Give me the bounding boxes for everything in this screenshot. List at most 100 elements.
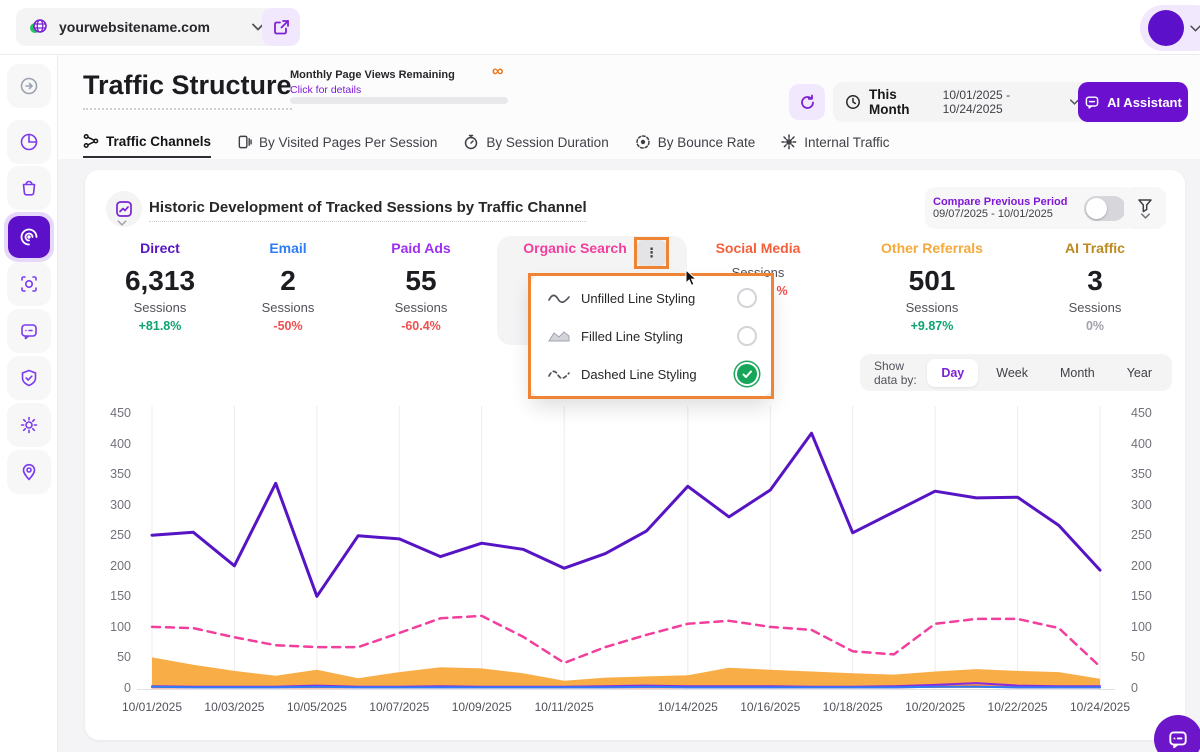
show-data-by-label: Show data by:: [874, 359, 917, 387]
user-menu[interactable]: [1140, 5, 1200, 51]
channel-change: -50%: [213, 319, 363, 333]
date-range-selector[interactable]: This Month 10/01/2025 - 10/24/2025: [833, 82, 1091, 122]
compare-toggle[interactable]: [1084, 196, 1126, 221]
channel-change: -60.4%: [346, 319, 496, 333]
sidebar-item-dashboard[interactable]: [7, 120, 51, 164]
granularity-month[interactable]: Month: [1046, 359, 1109, 387]
x-axis-label: 10/22/2025: [988, 700, 1048, 714]
open-website-button[interactable]: [262, 8, 300, 46]
channel-label: Other Referrals: [857, 240, 1007, 256]
website-selector[interactable]: yourwebsitename.com: [16, 8, 276, 46]
channel-label: Social Media: [683, 240, 833, 256]
channel-sessions-label: Sessions: [346, 300, 496, 315]
y-axis-label-left: 300: [97, 498, 131, 512]
filter-button[interactable]: [1124, 187, 1166, 229]
channel-label: Paid Ads: [346, 240, 496, 256]
ai-assistant-button[interactable]: AI Assistant: [1078, 82, 1188, 122]
x-axis-label: 10/03/2025: [204, 700, 264, 714]
y-axis-label-right: 450: [1131, 406, 1165, 420]
granularity-week[interactable]: Week: [982, 359, 1042, 387]
y-axis-label-left: 0: [97, 681, 131, 695]
annotation-highlight-menu: [528, 273, 774, 399]
avatar: [1148, 10, 1184, 46]
page-views-label: Monthly Page Views Remaining: [290, 69, 455, 81]
tab-label: Internal Traffic: [804, 135, 889, 150]
annotation-highlight-kebab: [634, 237, 669, 269]
tab-bounce-rate[interactable]: By Bounce Rate: [635, 127, 756, 157]
sidebar-item-traffic-active[interactable]: [4, 212, 54, 262]
shopping-bag-icon: [19, 178, 39, 198]
x-axis-label: 10/18/2025: [823, 700, 883, 714]
tab-label: By Bounce Rate: [658, 135, 756, 150]
x-axis-label: 10/20/2025: [905, 700, 965, 714]
y-axis-label-left: 450: [97, 406, 131, 420]
tab-label: By Session Duration: [486, 135, 608, 150]
sidebar-item-tracking[interactable]: [7, 262, 51, 306]
y-axis-label-right: 250: [1131, 528, 1165, 542]
channel-stat-ai-traffic[interactable]: AI Traffic 3 Sessions 0%: [1020, 240, 1170, 333]
refresh-button[interactable]: [789, 84, 825, 120]
website-name: yourwebsitename.com: [59, 19, 243, 35]
y-axis-label-left: 50: [97, 650, 131, 664]
tab-session-duration[interactable]: By Session Duration: [463, 127, 608, 157]
x-axis-label: 10/01/2025: [122, 700, 182, 714]
support-chat-fab[interactable]: [1154, 715, 1200, 752]
tab-visited-pages[interactable]: By Visited Pages Per Session: [237, 127, 437, 157]
channel-stat-paid-ads[interactable]: Paid Ads 55 Sessions -60.4%: [346, 240, 496, 333]
chart-title: Historic Development of Tracked Sessions…: [149, 199, 587, 222]
granularity-year[interactable]: Year: [1113, 359, 1166, 387]
sidebar-nav: [0, 54, 58, 752]
shield-check-icon: [19, 368, 39, 388]
page-title: Traffic Structure: [83, 70, 292, 110]
compare-label: Compare Previous Period: [933, 196, 1078, 208]
y-axis-label-left: 250: [97, 528, 131, 542]
y-axis-label-right: 50: [1131, 650, 1165, 664]
x-axis-label: 10/16/2025: [740, 700, 800, 714]
asterisk-icon: [781, 134, 797, 150]
channel-stat-other-referrals[interactable]: Other Referrals 501 Sessions +9.87%: [857, 240, 1007, 333]
x-axis-label: 10/14/2025: [658, 700, 718, 714]
x-axis-label: 10/09/2025: [452, 700, 512, 714]
channel-change: +9.87%: [857, 319, 1007, 333]
channel-stat-email[interactable]: Email 2 Sessions -50%: [213, 240, 363, 333]
share-nodes-icon: [83, 133, 99, 149]
tab-internal-traffic[interactable]: Internal Traffic: [781, 127, 889, 157]
collapse-arrow-icon: [19, 76, 39, 96]
external-link-icon: [273, 19, 290, 36]
granularity-day[interactable]: Day: [927, 359, 978, 387]
y-axis-label-left: 100: [97, 620, 131, 634]
page-views-details-link[interactable]: Click for details: [290, 84, 361, 96]
chat-bubble-icon: [1084, 94, 1100, 110]
stopwatch-icon: [463, 134, 479, 150]
y-axis-label-left: 150: [97, 589, 131, 603]
tab-bar: Traffic Channels By Visited Pages Per Se…: [83, 127, 890, 157]
target-icon: [635, 134, 651, 150]
sidebar-item-settings[interactable]: [7, 403, 51, 447]
y-axis-label-left: 400: [97, 437, 131, 451]
channel-change: 0%: [1020, 319, 1170, 333]
sidebar-item-store[interactable]: [7, 166, 51, 210]
channel-value: 2: [213, 265, 363, 297]
toggle-knob: [1086, 198, 1107, 219]
sidebar-item-locations[interactable]: [7, 450, 51, 494]
sidebar-collapse-button[interactable]: [7, 64, 51, 108]
traffic-chart-card: Historic Development of Tracked Sessions…: [85, 170, 1185, 740]
sidebar-item-messages[interactable]: [7, 309, 51, 353]
y-axis-label-left: 350: [97, 467, 131, 481]
compare-range: 09/07/2025 - 10/01/2025: [933, 208, 1078, 220]
channel-value: 501: [857, 265, 1007, 297]
sidebar-item-privacy[interactable]: [7, 356, 51, 400]
show-data-by-control: Show data by: Day Week Month Year: [860, 354, 1172, 391]
channel-stat-organic-search[interactable]: Organic Search: [510, 240, 640, 265]
x-axis-label: 10/11/2025: [535, 700, 594, 714]
period-range: 10/01/2025 - 10/24/2025: [943, 88, 1062, 116]
y-axis-label-left: 200: [97, 559, 131, 573]
map-pin-icon: [19, 462, 39, 482]
x-axis-label: 10/24/2025: [1070, 700, 1130, 714]
clock-icon: [845, 94, 861, 110]
top-bar: yourwebsitename.com: [0, 0, 1200, 55]
channel-sessions-label: Sessions: [857, 300, 1007, 315]
x-axis-label: 10/05/2025: [287, 700, 347, 714]
mouse-cursor: [685, 269, 700, 287]
tab-traffic-channels[interactable]: Traffic Channels: [83, 126, 211, 158]
